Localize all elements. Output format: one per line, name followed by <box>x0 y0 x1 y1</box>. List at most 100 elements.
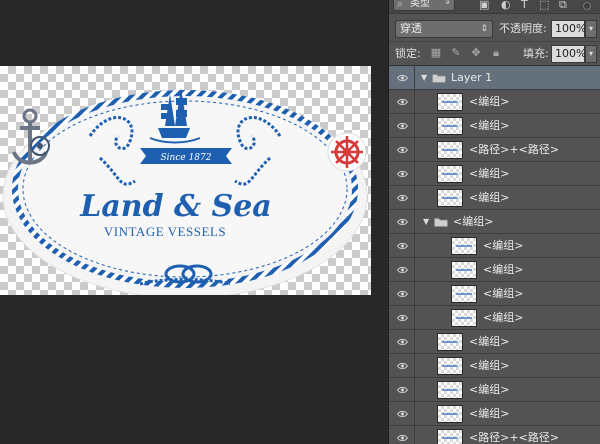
filter-kind-label: 类型 <box>410 0 430 9</box>
layer-name: Layer 1 <box>451 71 493 84</box>
layer-name: <编组> <box>469 359 510 372</box>
thumbnail-mark <box>442 101 458 103</box>
blend-mode-value: 穿透 <box>400 22 422 35</box>
opacity-field[interactable]: 100% <box>551 20 587 38</box>
lock-transparent-icon[interactable]: ▦ <box>429 46 443 60</box>
layer-thumbnail <box>437 429 463 444</box>
visibility-eye-icon[interactable] <box>389 162 415 186</box>
opacity-label: 不透明度: <box>499 22 547 35</box>
thumbnail-mark <box>442 365 458 367</box>
ship-wheel-icon <box>327 132 367 172</box>
filter-pixel-icon[interactable]: ▣ <box>479 0 489 12</box>
layer-row[interactable]: <编组> <box>389 378 600 402</box>
thumbnail-mark <box>442 341 458 343</box>
layer-row[interactable]: <编组> <box>389 330 600 354</box>
layer-name: <编组> <box>469 119 510 132</box>
layer-thumbnail <box>451 261 477 279</box>
layer-list[interactable]: ▼ Layer 1 <编组> <编组> <路径>+<路径> <编组> <编组> ▼ <编组> <编… <box>389 66 600 444</box>
thumbnail-mark <box>442 197 458 199</box>
layer-thumbnail <box>437 117 463 135</box>
layer-name: <编组> <box>469 95 510 108</box>
filter-toggle[interactable] <box>583 2 591 10</box>
visibility-eye-icon[interactable] <box>389 258 415 282</box>
layer-thumbnail <box>437 333 463 351</box>
logo-title: Land & Sea <box>79 189 271 224</box>
filter-type-icon[interactable]: T <box>521 0 528 12</box>
visibility-eye-icon[interactable] <box>389 330 415 354</box>
fill-dropdown-button[interactable]: ▾ <box>585 45 597 63</box>
layer-group-row[interactable]: ▼ <编组> <box>389 210 600 234</box>
layer-name: <编组> <box>469 191 510 204</box>
layer-row[interactable]: <编组> <box>389 306 600 330</box>
filter-kind-select[interactable]: ⌕ 类型 ⇕ <box>393 0 455 11</box>
thumbnail-mark <box>442 173 458 175</box>
expand-triangle-icon[interactable]: ▼ <box>421 66 427 90</box>
visibility-eye-icon[interactable] <box>389 66 415 90</box>
layer-row[interactable]: <路径>+<路径> <box>389 426 600 444</box>
layer-row[interactable]: <编组> <box>389 258 600 282</box>
layer-name: <编组> <box>483 311 524 324</box>
thumbnail-mark <box>456 269 472 271</box>
layer-thumbnail <box>437 381 463 399</box>
visibility-eye-icon[interactable] <box>389 210 415 234</box>
layer-name: <编组> <box>469 383 510 396</box>
visibility-eye-icon[interactable] <box>389 114 415 138</box>
filter-smartobject-icon[interactable]: ⧉ <box>559 0 567 12</box>
folder-icon <box>432 73 446 83</box>
layer-row[interactable]: <编组> <box>389 234 600 258</box>
canvas-area[interactable]: Since 1872 Land & Sea VINTAGE VESSELS <box>0 0 388 444</box>
opacity-dropdown-button[interactable]: ▾ <box>585 20 597 38</box>
layer-name: <编组> <box>469 407 510 420</box>
visibility-eye-icon[interactable] <box>389 186 415 210</box>
visibility-eye-icon[interactable] <box>389 426 415 444</box>
layer-name: <编组> <box>483 239 524 252</box>
logo-since: Since 1872 <box>161 153 212 163</box>
blend-mode-select[interactable]: 穿透 ⇕ <box>395 20 493 38</box>
land-and-sea-logo[interactable]: Since 1872 Land & Sea VINTAGE VESSELS <box>0 66 371 295</box>
visibility-eye-icon[interactable] <box>389 138 415 162</box>
layer-thumbnail <box>437 165 463 183</box>
photoshop-window: Since 1872 Land & Sea VINTAGE VESSELS ⌕ … <box>0 0 600 444</box>
lock-position-icon[interactable]: ✥ <box>469 46 483 60</box>
visibility-eye-icon[interactable] <box>389 402 415 426</box>
layer-thumbnail <box>437 93 463 111</box>
expand-triangle-icon[interactable]: ▼ <box>423 210 429 234</box>
blend-options-bar: 穿透 ⇕ 不透明度: 100% ▾ <box>389 16 600 42</box>
lock-all-icon[interactable]: 🔒︎ <box>489 46 503 60</box>
layer-row[interactable]: <编组> <box>389 186 600 210</box>
layer-row[interactable]: <编组> <box>389 162 600 186</box>
fill-label: 填充: <box>523 47 549 60</box>
layer-row[interactable]: <编组> <box>389 282 600 306</box>
layer-thumbnail <box>437 357 463 375</box>
layer-row[interactable]: <路径>+<路径> <box>389 138 600 162</box>
fill-value: 100% <box>555 47 587 60</box>
chevron-down-icon: ⇕ <box>480 24 488 34</box>
lock-brush-icon[interactable]: ✎ <box>449 46 463 60</box>
layer-row[interactable]: <编组> <box>389 354 600 378</box>
layer-filter-bar: ⌕ 类型 ⇕ ▣ ◐ T ⬚ ⧉ <box>389 0 600 14</box>
fill-field[interactable]: 100% <box>551 45 587 63</box>
visibility-eye-icon[interactable] <box>389 354 415 378</box>
layer-name: <编组> <box>483 263 524 276</box>
opacity-value: 100% <box>555 22 587 35</box>
layer-row[interactable]: <编组> <box>389 90 600 114</box>
logo-subtitle: VINTAGE VESSELS <box>104 224 226 239</box>
layer-thumbnail <box>451 237 477 255</box>
visibility-eye-icon[interactable] <box>389 234 415 258</box>
thumbnail-mark <box>456 317 472 319</box>
layer-thumbnail <box>451 309 477 327</box>
chevron-down-icon: ⇕ <box>444 0 451 6</box>
thumbnail-mark <box>456 293 472 295</box>
filter-adjustment-icon[interactable]: ◐ <box>501 0 511 12</box>
visibility-eye-icon[interactable] <box>389 306 415 330</box>
layer-row[interactable]: <编组> <box>389 114 600 138</box>
visibility-eye-icon[interactable] <box>389 282 415 306</box>
layer-name: <编组> <box>483 287 524 300</box>
visibility-eye-icon[interactable] <box>389 378 415 402</box>
layer-row[interactable]: <编组> <box>389 402 600 426</box>
filter-shape-icon[interactable]: ⬚ <box>539 0 549 12</box>
layer-group-row[interactable]: ▼ Layer 1 <box>389 66 600 90</box>
layer-name: <路径>+<路径> <box>469 143 560 156</box>
document-canvas[interactable]: Since 1872 Land & Sea VINTAGE VESSELS <box>0 66 371 295</box>
visibility-eye-icon[interactable] <box>389 90 415 114</box>
